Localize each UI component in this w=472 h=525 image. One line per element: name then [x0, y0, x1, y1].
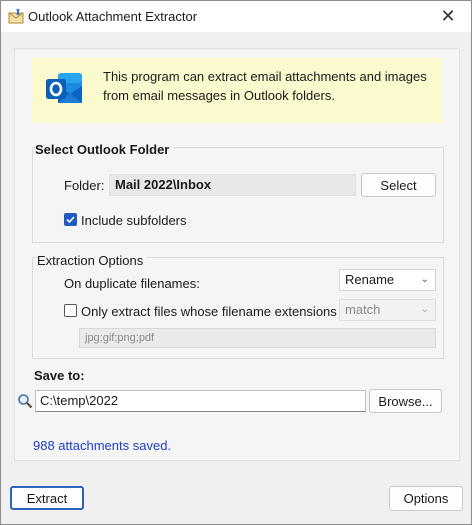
- include-subfolders-label[interactable]: Include subfolders: [81, 213, 187, 228]
- extraction-group-title: Extraction Options: [37, 253, 148, 268]
- duplicate-filenames-label: On duplicate filenames:: [64, 276, 200, 291]
- save-to-label: Save to:: [34, 368, 85, 383]
- only-extract-label[interactable]: Only extract files whose filename extens…: [81, 304, 337, 319]
- folder-path-field: Mail 2022\Inbox: [109, 174, 356, 196]
- match-value: match: [345, 302, 381, 317]
- checkmark-icon: [66, 216, 75, 224]
- close-icon: ✕: [440, 6, 456, 26]
- extract-button[interactable]: Extract: [10, 486, 84, 510]
- status-message: 988 attachments saved.: [33, 438, 172, 453]
- info-text: This program can extract email attachmen…: [103, 69, 427, 103]
- close-button[interactable]: ✕: [425, 1, 471, 32]
- folder-label: Folder:: [64, 178, 105, 193]
- main-window: Outlook Attachment Extractor ✕ This prog…: [0, 0, 472, 525]
- duplicate-filenames-value: Rename: [345, 272, 395, 287]
- search-icon[interactable]: [17, 393, 33, 409]
- save-path-input[interactable]: C:\temp\2022: [35, 390, 366, 412]
- extensions-field[interactable]: jpg;gif;png;pdf: [79, 328, 436, 348]
- select-folder-button[interactable]: Select: [361, 173, 436, 197]
- options-button[interactable]: Options: [389, 486, 463, 511]
- app-icon: [8, 8, 24, 24]
- outlook-icon: [44, 69, 84, 109]
- chevron-down-icon: ⌄: [420, 274, 429, 285]
- title-bar: Outlook Attachment Extractor ✕: [1, 1, 471, 32]
- duplicate-filenames-select[interactable]: Rename ⌄: [339, 269, 436, 291]
- window-title: Outlook Attachment Extractor: [28, 9, 198, 24]
- info-banner: This program can extract email attachmen…: [32, 58, 442, 123]
- only-extract-checkbox[interactable]: [64, 304, 77, 317]
- include-subfolders-checkbox[interactable]: [64, 213, 77, 226]
- match-select[interactable]: match ⌄: [339, 299, 436, 321]
- browse-button[interactable]: Browse...: [369, 389, 442, 413]
- chevron-down-icon: ⌄: [420, 304, 429, 315]
- folder-group-title: Select Outlook Folder: [35, 142, 174, 157]
